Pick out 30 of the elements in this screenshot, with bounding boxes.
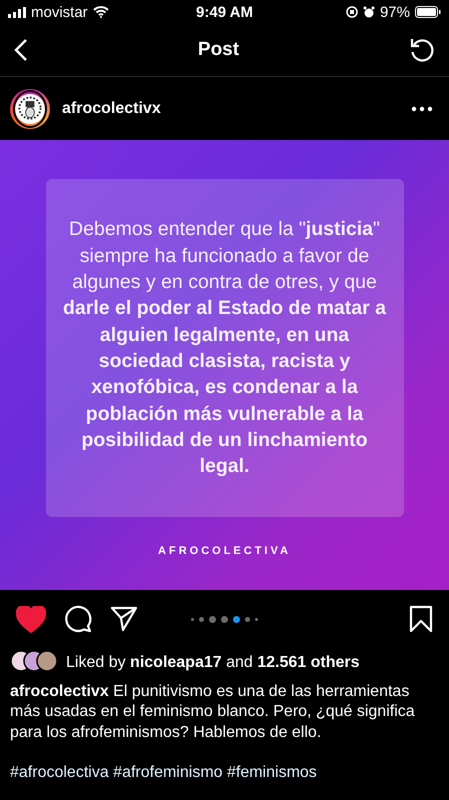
status-time: 9:49 AM (196, 4, 253, 20)
page-title: Post (198, 39, 240, 61)
alarm-icon (362, 6, 375, 18)
comment-button[interactable] (64, 605, 92, 633)
carousel-dot[interactable] (245, 616, 250, 622)
carousel-dot[interactable] (233, 616, 240, 622)
battery-percent: 97% (380, 4, 410, 20)
carrier-name: movistar (31, 4, 88, 20)
wifi-icon (92, 6, 109, 18)
carousel-dot[interactable] (199, 616, 204, 622)
bookmark-button[interactable] (409, 605, 433, 633)
battery-icon (415, 6, 441, 18)
quote-text: Debemos entender que la "justicia" siempre ha funcionado a favor de algunes y en contra de otres, y que darle el poder al Estado de matar a alguien legalmente, en una sociedad clasista, racista y xenofóbica, es condenar a la población más vulnerable a la posibilidad de un linchamiento legal. (62, 217, 388, 480)
like-button[interactable] (16, 606, 46, 632)
carousel-dot[interactable] (209, 616, 216, 622)
back-button[interactable] (14, 39, 28, 61)
brand-wordmark: AFROCOLECTIVA (158, 545, 291, 557)
hashtags[interactable]: #afrocolectiva #afrofeminismo #feminismos (10, 764, 439, 782)
refresh-button[interactable] (409, 37, 435, 63)
signal-icon (8, 6, 26, 18)
carousel-dot[interactable] (221, 616, 228, 622)
account-username[interactable]: afrocolectivx (62, 100, 399, 118)
rotation-lock-icon (346, 6, 358, 18)
avatar[interactable] (10, 88, 50, 128)
more-options-button[interactable] (411, 106, 433, 112)
share-button[interactable] (110, 606, 138, 632)
carousel-dot[interactable] (255, 618, 258, 620)
carousel-dot[interactable] (191, 618, 194, 620)
caption-text: afrocolectivx El punitivismo es una de las herramientas más usadas en el feminismo blanco. Pero, ¿qué significa para los afrofeminismos? Hablemos de ello. (10, 682, 416, 743)
likes-text: Liked by nicoleapa17 and 12.561 others (66, 654, 360, 672)
